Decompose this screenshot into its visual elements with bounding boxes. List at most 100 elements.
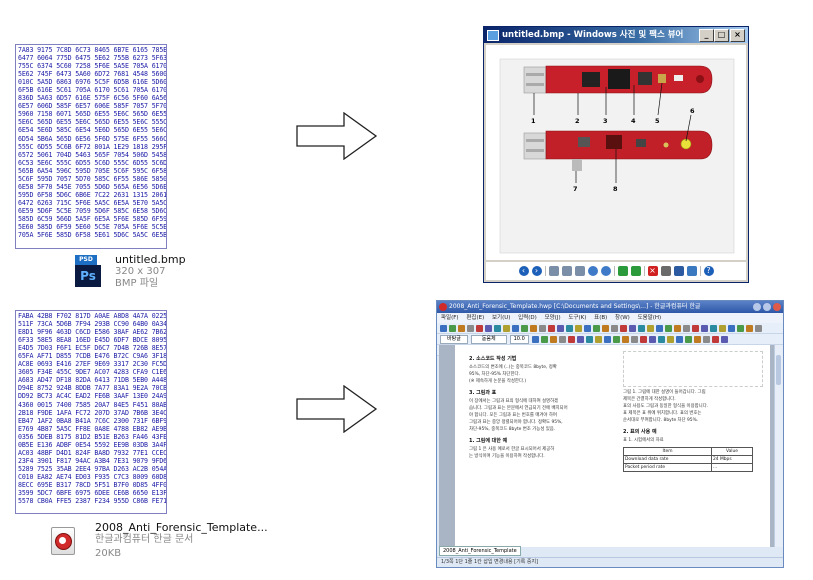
table-cell: 24 Mbps [710, 455, 754, 464]
toolbar-button-icon[interactable] [656, 324, 663, 332]
menu-format[interactable]: 모양(J) [545, 315, 561, 321]
toolbar-button-icon[interactable] [549, 335, 557, 343]
toolbar-button-icon[interactable] [665, 324, 672, 332]
toolbar-button-icon[interactable] [440, 324, 447, 332]
menu-view[interactable]: 보기(U) [492, 315, 510, 321]
viewer-titlebar[interactable]: untitled.bmp - Windows 사진 및 팩스 뷰어 _ □ × [484, 27, 748, 43]
toolbar-button-icon[interactable] [566, 324, 573, 332]
next-icon[interactable]: › [531, 266, 542, 276]
toolbar-button-icon[interactable] [720, 335, 728, 343]
toolbar-button-icon[interactable] [620, 324, 627, 332]
toolbar-button-icon[interactable] [710, 324, 717, 332]
table-cell: Download data rate [623, 455, 712, 464]
toolbar-button-icon[interactable] [476, 324, 483, 332]
close-button[interactable] [773, 303, 781, 311]
file-item-untitled-bmp[interactable]: PSD Ps untitled.bmp 320 x 307 BMP 파일 [75, 253, 225, 293]
maximize-button[interactable] [763, 303, 771, 311]
toolbar-button-icon[interactable] [576, 335, 584, 343]
zoom-out-icon[interactable] [600, 266, 611, 276]
toolbar-button-icon[interactable] [585, 335, 593, 343]
help-icon[interactable]: ? [703, 266, 714, 276]
toolbar-button-icon[interactable] [503, 324, 510, 332]
toolbar-button-icon[interactable] [603, 335, 611, 343]
hwp-titlebar[interactable]: 2008_Anti_Forensic_Template.hwp [C:\Docu… [437, 301, 783, 313]
toolbar-button-icon[interactable] [702, 335, 710, 343]
toolbar-button-icon[interactable] [530, 324, 537, 332]
toolbar-button-icon[interactable] [602, 324, 609, 332]
font-size-select[interactable]: 10.0 [509, 334, 529, 344]
actual-size-icon[interactable] [561, 266, 572, 276]
scroll-thumb[interactable] [776, 355, 781, 385]
toolbar-button-icon[interactable] [692, 324, 699, 332]
menu-file[interactable]: 파일(F) [441, 315, 459, 321]
toolbar-button-icon[interactable] [711, 335, 719, 343]
toolbar-button-icon[interactable] [621, 335, 629, 343]
minimize-button[interactable] [753, 303, 761, 311]
toolbar-button-icon[interactable] [630, 335, 638, 343]
edit-icon[interactable] [686, 266, 697, 276]
toolbar-button-icon[interactable] [648, 335, 656, 343]
menu-window[interactable]: 창(W) [615, 315, 630, 321]
style-select[interactable]: 바탕글 [440, 334, 468, 344]
menu-insert[interactable]: 입력(D) [518, 315, 537, 321]
toolbar-button-icon[interactable] [575, 324, 582, 332]
rotate-counterclockwise-icon[interactable] [630, 266, 641, 276]
toolbar-button-icon[interactable] [683, 324, 690, 332]
close-button[interactable]: × [730, 29, 745, 42]
toolbar-button-icon[interactable] [557, 324, 564, 332]
print-icon[interactable] [660, 266, 671, 276]
document-tab[interactable]: 2008_Anti_Forensic_Template [439, 546, 521, 556]
toolbar-button-icon[interactable] [737, 324, 744, 332]
toolbar-button-icon[interactable] [612, 335, 620, 343]
save-icon[interactable] [673, 266, 684, 276]
minimize-button[interactable]: _ [699, 29, 714, 42]
previous-icon[interactable]: ‹ [518, 266, 529, 276]
toolbar-button-icon[interactable] [558, 335, 566, 343]
toolbar-button-icon[interactable] [629, 324, 636, 332]
menu-help[interactable]: 도움말(H) [638, 315, 662, 321]
toolbar-button-icon[interactable] [584, 324, 591, 332]
toolbar-button-icon[interactable] [467, 324, 474, 332]
toolbar-button-icon[interactable] [666, 335, 674, 343]
toolbar-button-icon[interactable] [701, 324, 708, 332]
toolbar-button-icon[interactable] [693, 335, 701, 343]
slideshow-icon[interactable] [574, 266, 585, 276]
font-select[interactable]: 돋움체 [470, 334, 507, 344]
toolbar-button-icon[interactable] [594, 335, 602, 343]
toolbar-button-icon[interactable] [639, 335, 647, 343]
toolbar-button-icon[interactable] [531, 335, 539, 343]
vertical-scrollbar[interactable] [774, 345, 783, 547]
menu-tools[interactable]: 도구(K) [568, 315, 586, 321]
toolbar-button-icon[interactable] [512, 324, 519, 332]
delete-icon[interactable]: × [647, 266, 658, 276]
rotate-clockwise-icon[interactable] [617, 266, 628, 276]
toolbar-button-icon[interactable] [728, 324, 735, 332]
toolbar-button-icon[interactable] [746, 324, 753, 332]
toolbar-button-icon[interactable] [567, 335, 575, 343]
toolbar-button-icon[interactable] [521, 324, 528, 332]
file-item-hwp-template[interactable]: 2008_Anti_Forensic_Template... 한글과컴퓨터 한글… [47, 521, 268, 565]
best-fit-icon[interactable] [548, 266, 559, 276]
toolbar-button-icon[interactable] [611, 324, 618, 332]
toolbar-button-icon[interactable] [449, 324, 456, 332]
toolbar-button-icon[interactable] [540, 335, 548, 343]
document-page[interactable]: 2. 소스코드 작성 기법 소스코드의 변조에 (..)는 중복코드 8byte,… [455, 345, 770, 547]
toolbar-button-icon[interactable] [755, 324, 762, 332]
toolbar-button-icon[interactable] [593, 324, 600, 332]
zoom-in-icon[interactable] [587, 266, 598, 276]
toolbar-button-icon[interactable] [647, 324, 654, 332]
toolbar-button-icon[interactable] [684, 335, 692, 343]
toolbar-button-icon[interactable] [548, 324, 555, 332]
menu-table[interactable]: 표(B) [594, 315, 607, 321]
menu-edit[interactable]: 편집(E) [466, 315, 484, 321]
toolbar-button-icon[interactable] [719, 324, 726, 332]
toolbar-button-icon[interactable] [675, 335, 683, 343]
toolbar-button-icon[interactable] [657, 335, 665, 343]
toolbar-button-icon[interactable] [539, 324, 546, 332]
toolbar-button-icon[interactable] [494, 324, 501, 332]
toolbar-button-icon[interactable] [458, 324, 465, 332]
maximize-button[interactable]: □ [714, 29, 729, 42]
toolbar-button-icon[interactable] [485, 324, 492, 332]
toolbar-button-icon[interactable] [638, 324, 645, 332]
toolbar-button-icon[interactable] [674, 324, 681, 332]
